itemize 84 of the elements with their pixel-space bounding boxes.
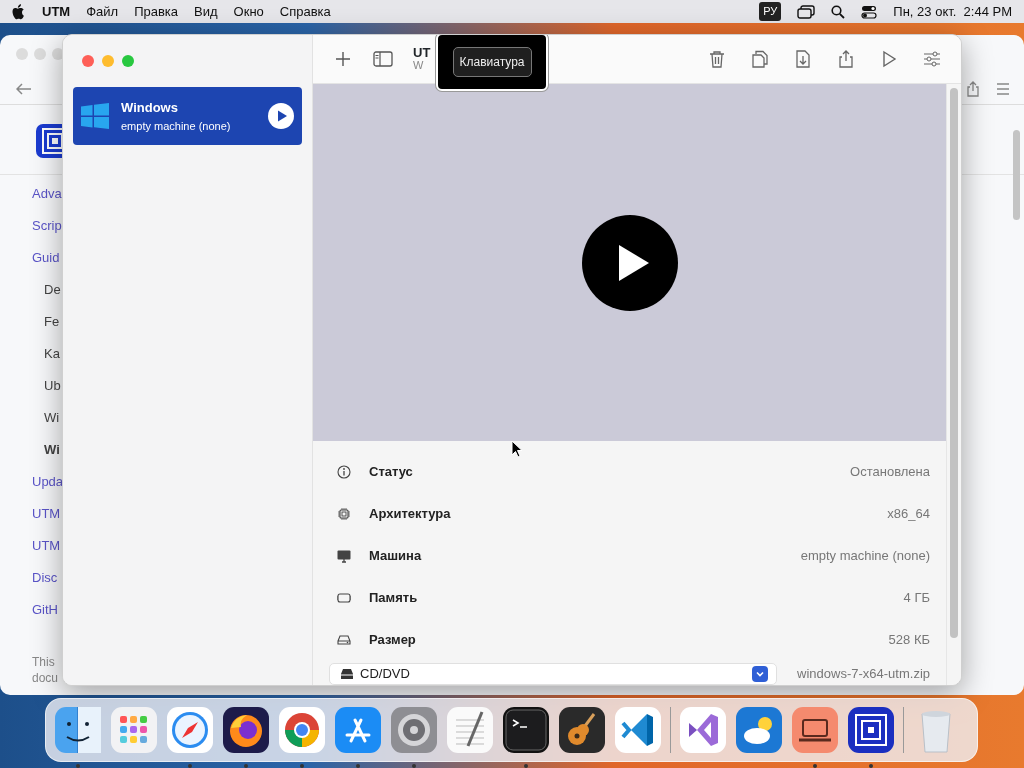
search-icon[interactable] <box>831 4 846 19</box>
scrollbar[interactable] <box>1013 130 1020 220</box>
cloud-sun-icon[interactable] <box>735 706 783 754</box>
detail-value: Остановлена <box>850 463 930 482</box>
nav-link[interactable]: Disc <box>0 562 58 594</box>
nav-link[interactable]: Wi <box>0 402 60 434</box>
toggle-icon[interactable] <box>861 4 878 19</box>
window-title: UT <box>413 46 431 59</box>
code-editor-icon[interactable] <box>614 706 662 754</box>
copy-icon[interactable] <box>751 50 769 68</box>
apple-icon[interactable] <box>12 3 26 20</box>
trash-icon[interactable] <box>708 50 726 68</box>
nav-link[interactable]: UTM <box>0 498 61 530</box>
notepad-icon[interactable] <box>446 706 494 754</box>
download-icon[interactable] <box>794 50 812 68</box>
detail-value: 4 ГБ <box>903 589 930 608</box>
sidebar-icon[interactable] <box>373 51 393 67</box>
nav-link[interactable]: Adva <box>0 178 62 210</box>
menu-item[interactable]: Файл <box>86 1 119 22</box>
windows-icon[interactable] <box>797 4 816 19</box>
menu-item[interactable]: Справка <box>279 1 331 22</box>
play-button[interactable] <box>268 103 294 129</box>
memory-icon <box>337 591 351 605</box>
input-source-indicator[interactable]: РУ <box>759 2 782 21</box>
footer-text: This <box>32 654 55 670</box>
nav-link[interactable]: UTM <box>0 530 61 562</box>
plus-icon[interactable] <box>335 51 351 67</box>
window-subtitle: W <box>413 59 425 72</box>
finder-icon[interactable] <box>54 706 102 754</box>
nav-link[interactable]: Upda <box>0 466 64 498</box>
detail-value: empty machine (none) <box>800 547 930 566</box>
keyboard-button[interactable]: Клавиатура <box>452 47 532 77</box>
windows-logo-icon <box>81 103 109 129</box>
guitar-icon[interactable] <box>558 706 606 754</box>
menu-item[interactable]: Правка <box>134 1 179 22</box>
nav-link[interactable]: Ka <box>0 338 60 370</box>
drive-value: windows-7-x64-utm.zip <box>797 665 930 684</box>
grid-icon[interactable] <box>110 706 158 754</box>
share-icon[interactable] <box>966 80 980 97</box>
back-arrow-icon[interactable] <box>16 82 32 95</box>
nav-link[interactable]: De <box>0 274 61 306</box>
nav-link[interactable]: Wi <box>0 434 60 466</box>
detail-label: Статус <box>369 463 413 482</box>
menu-item[interactable]: Окно <box>233 1 264 22</box>
terminal-icon[interactable] <box>502 706 550 754</box>
nav-link[interactable]: GitH <box>0 594 58 626</box>
nav-link[interactable]: Fe <box>0 306 60 338</box>
share-icon[interactable] <box>837 50 855 68</box>
cursor-icon <box>511 440 523 458</box>
menubar-clock[interactable]: Пн, 23 окт. 2:44 PM <box>893 1 1012 22</box>
settings-icon[interactable] <box>390 706 438 754</box>
play-icon[interactable] <box>880 50 898 68</box>
app-menu[interactable]: UTM <box>42 1 71 22</box>
footer-text: docu <box>32 670 59 686</box>
sliders-icon[interactable] <box>923 50 941 68</box>
vm-subtitle: empty machine (none) <box>121 118 232 134</box>
ide-icon[interactable] <box>679 706 727 754</box>
detail-label: Архитектура <box>369 505 451 524</box>
scrollbar[interactable] <box>950 88 958 638</box>
app-store-icon[interactable] <box>334 706 382 754</box>
detail-label: Размер <box>369 631 416 650</box>
nav-link[interactable]: Ub <box>0 370 61 402</box>
drive-icon <box>337 633 351 647</box>
vm-list-item[interactable]: Windows empty machine (none) <box>73 87 302 145</box>
menu-item[interactable]: Вид <box>194 1 218 22</box>
detail-label: Память <box>369 589 418 608</box>
detail-value: x86_64 <box>887 505 930 524</box>
vm-name: Windows <box>121 99 179 117</box>
laptop-icon[interactable] <box>791 706 839 754</box>
browser-icon[interactable] <box>278 706 326 754</box>
detail-label: Машина <box>369 547 422 566</box>
info-icon <box>337 465 351 479</box>
chevron-icon <box>752 666 768 682</box>
nav-link[interactable]: Guid <box>0 242 60 274</box>
close-button[interactable] <box>82 55 94 67</box>
compass-icon[interactable] <box>166 706 214 754</box>
app-logo-icon[interactable] <box>847 706 895 754</box>
drive-select[interactable]: CD/DVD <box>329 663 777 685</box>
detail-value: 528 КБ <box>888 631 930 650</box>
chip-icon <box>337 507 351 521</box>
nav-link[interactable]: Scrip <box>0 210 62 242</box>
monitor-icon <box>337 549 351 563</box>
drive-icon <box>340 668 354 680</box>
play-button[interactable] <box>581 214 678 311</box>
